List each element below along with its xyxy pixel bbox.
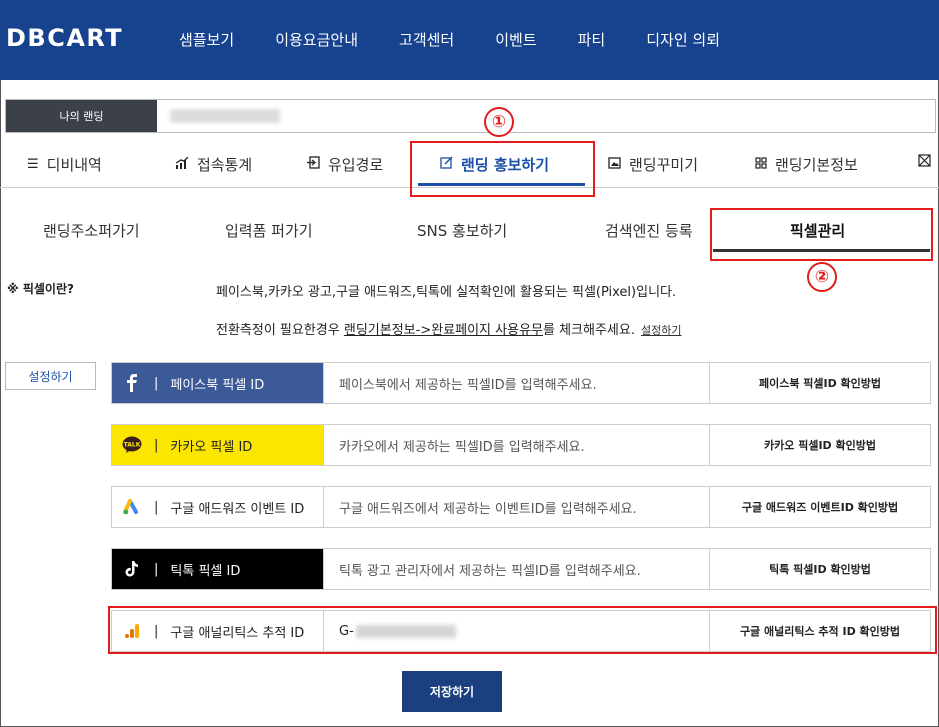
facebook-icon xyxy=(122,373,142,393)
tiktok-icon xyxy=(122,559,142,579)
list-icon: ☰ xyxy=(27,157,39,172)
tiktok-pixel-label: | 틱톡 픽셀 ID xyxy=(112,549,323,589)
chart-icon xyxy=(175,156,189,173)
pixel-row-kakao: TALK | 카카오 픽셀 ID 카카오에서 제공하는 픽셀ID를 입력해주세요… xyxy=(111,424,931,466)
kakao-pixel-guide-button[interactable]: 카카오 픽셀ID 확인방법 xyxy=(710,425,930,465)
kakao-talk-icon: TALK xyxy=(122,435,142,455)
my-landing-label: 나의 랜딩 xyxy=(6,100,157,132)
annotation-circle-1: ① xyxy=(484,107,514,137)
facebook-pixel-label: | 페이스북 픽셀 ID xyxy=(112,363,323,403)
google-ads-input[interactable]: 구글 애드워즈에서 제공하는 이벤트ID를 입력해주세요. xyxy=(323,487,710,527)
google-analytics-label: | 구글 애널리틱스 추적 ID xyxy=(112,611,323,651)
tab-inflow-path[interactable]: 유입경로 xyxy=(307,154,383,175)
top-nav: 샘플보기 이용요금안내 고객센터 이벤트 파티 디자인 의뢰 xyxy=(179,29,761,50)
subtab-search-engine[interactable]: 검색엔진 등록 xyxy=(605,220,693,241)
save-button[interactable]: 저장하기 xyxy=(402,671,502,712)
nav-item-pricing[interactable]: 이용요금안내 xyxy=(275,29,358,50)
google-ads-label: | 구글 애드워즈 이벤트 ID xyxy=(112,487,323,527)
pixel-info-line2: 전환측정이 필요한경우 랜딩기본정보->완료페이지 사용유무를 체크해주세요. 설… xyxy=(216,323,682,338)
pixel-info-line1: 페이스북,카카오 광고,구글 애드워즈,틱톡에 실적확인에 활용되는 픽셀(Pi… xyxy=(216,285,677,300)
setting-button[interactable]: 설정하기 xyxy=(5,362,96,390)
nav-item-design-request[interactable]: 디자인 의뢰 xyxy=(646,29,720,50)
landing-info-link[interactable]: 랜딩기본정보->완료페이지 사용유무 xyxy=(344,323,543,338)
subtab-landing-url-embed[interactable]: 랜딩주소퍼가기 xyxy=(43,220,140,241)
nav-item-event[interactable]: 이벤트 xyxy=(495,29,536,50)
tab-landing-decorate[interactable]: 랜딩꾸미기 xyxy=(608,154,698,175)
nav-item-party[interactable]: 파티 xyxy=(578,29,606,50)
tracking-id-redacted xyxy=(355,624,456,638)
facebook-pixel-guide-button[interactable]: 페이스북 픽셀ID 확인방법 xyxy=(710,363,930,403)
facebook-pixel-input[interactable]: 페이스북에서 제공하는 픽셀ID를 입력해주세요. xyxy=(323,363,710,403)
setting-link[interactable]: 설정하기 xyxy=(641,324,681,337)
tab-access-stats[interactable]: 접속통계 xyxy=(175,154,252,175)
google-ads-guide-button[interactable]: 구글 애드워즈 이벤트ID 확인방법 xyxy=(710,487,930,527)
google-analytics-icon xyxy=(122,621,142,641)
google-ads-icon xyxy=(122,497,142,517)
google-analytics-input[interactable]: G- xyxy=(323,611,710,651)
image-icon xyxy=(608,156,621,173)
tiktok-pixel-input[interactable]: 틱톡 광고 관리자에서 제공하는 픽셀ID를 입력해주세요. xyxy=(323,549,710,589)
tab-more[interactable] xyxy=(918,154,939,171)
enter-icon xyxy=(307,156,320,173)
pixel-row-google-analytics: | 구글 애널리틱스 추적 ID G- 구글 애널리틱스 추적 ID 확인방법 xyxy=(111,610,931,652)
site-logo[interactable]: DBCART xyxy=(6,24,123,52)
tab-db-list[interactable]: ☰ 디비내역 xyxy=(27,154,102,175)
subtab-form-embed[interactable]: 입력폼 퍼가기 xyxy=(225,220,313,241)
svg-text:TALK: TALK xyxy=(124,442,141,449)
tab-landing-basic-info[interactable]: 랜딩기본정보 xyxy=(755,154,858,175)
google-analytics-guide-button[interactable]: 구글 애널리틱스 추적 ID 확인방법 xyxy=(710,611,930,651)
pixel-info-title: ※ 픽셀이란? xyxy=(7,282,74,296)
annotation-box-2 xyxy=(710,208,933,261)
nav-item-sample[interactable]: 샘플보기 xyxy=(179,29,234,50)
nav-item-support[interactable]: 고객센터 xyxy=(399,29,454,50)
grid-icon xyxy=(755,156,767,173)
annotation-circle-2: ② xyxy=(807,262,837,292)
kakao-pixel-input[interactable]: 카카오에서 제공하는 픽셀ID를 입력해주세요. xyxy=(323,425,710,465)
kakao-pixel-label: TALK | 카카오 픽셀 ID xyxy=(112,425,323,465)
annotation-box-1 xyxy=(410,141,595,197)
tiktok-pixel-guide-button[interactable]: 틱톡 픽셀ID 확인방법 xyxy=(710,549,930,589)
pixel-row-tiktok: | 틱톡 픽셀 ID 틱톡 광고 관리자에서 제공하는 픽셀ID를 입력해주세요… xyxy=(111,548,931,590)
top-header: DBCART 샘플보기 이용요금안내 고객센터 이벤트 파티 디자인 의뢰 xyxy=(0,0,939,80)
close-box-icon xyxy=(918,154,931,171)
subtab-sns-promote[interactable]: SNS 홍보하기 xyxy=(417,220,507,241)
landing-url-redacted[interactable] xyxy=(170,109,280,123)
pixel-row-google-ads: | 구글 애드워즈 이벤트 ID 구글 애드워즈에서 제공하는 이벤트ID를 입… xyxy=(111,486,931,528)
pixel-row-facebook: | 페이스북 픽셀 ID 페이스북에서 제공하는 픽셀ID를 입력해주세요. 페… xyxy=(111,362,931,404)
my-landing-bar: 나의 랜딩 xyxy=(5,99,936,133)
